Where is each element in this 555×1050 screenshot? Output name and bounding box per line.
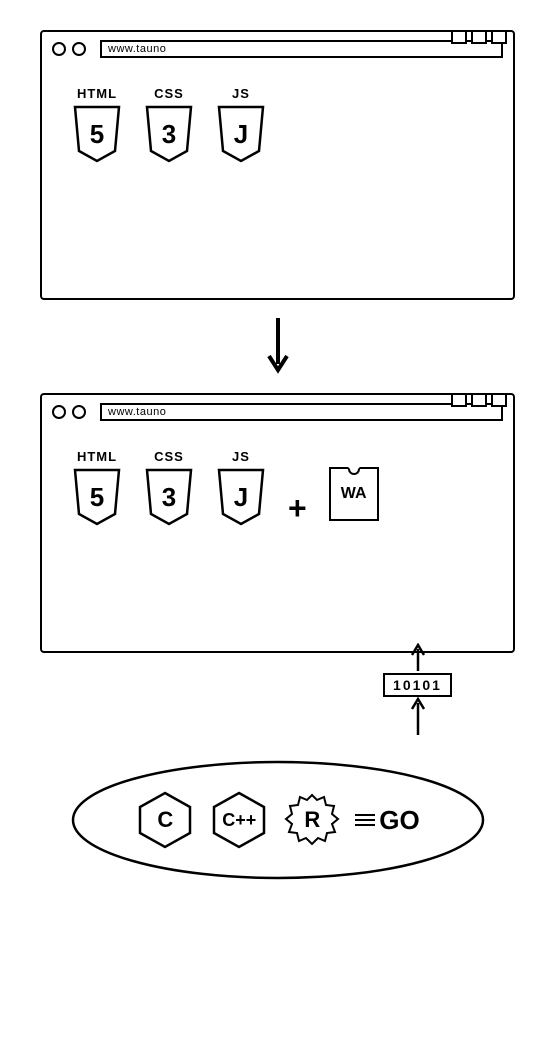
- window-max-icon: [471, 393, 487, 407]
- js-shield-icon: J: [216, 105, 266, 163]
- css-badge-text-2: 3: [162, 482, 176, 513]
- tech-js-label-2: JS: [232, 449, 250, 464]
- tech-js: JS J: [216, 86, 266, 163]
- browser-chrome: www.tauno: [42, 32, 513, 66]
- window-close-icon: [491, 30, 507, 44]
- html-badge-text-2: 5: [90, 482, 104, 513]
- wa-notch-icon: [348, 467, 360, 475]
- browser-content-before: HTML 5 CSS 3 JS J: [42, 66, 513, 246]
- address-bar-2: www.tauno: [100, 403, 503, 421]
- tech-js-label: JS: [232, 86, 250, 101]
- js-shield-icon: J: [216, 468, 266, 526]
- window-close-icon: [491, 393, 507, 407]
- nav-back-icon: [52, 405, 66, 419]
- nav-back-icon: [52, 42, 66, 56]
- arrow-down-icon: [263, 316, 293, 376]
- transition-arrow: [40, 316, 515, 381]
- plus-sign: +: [288, 490, 307, 527]
- tech-css-2: CSS 3: [144, 449, 194, 526]
- lang-go-label: GO: [379, 805, 419, 836]
- lang-cpp-label: C++: [222, 810, 256, 831]
- browser-chrome-2: www.tauno: [42, 395, 513, 429]
- window-max-icon: [471, 30, 487, 44]
- browser-window-after: www.tauno HTML 5 CSS 3 JS J +: [40, 393, 515, 653]
- js-badge-text: J: [234, 119, 248, 150]
- css3-shield-icon: 3: [144, 468, 194, 526]
- address-bar: www.tauno: [100, 40, 503, 58]
- html-badge-text: 5: [90, 119, 104, 150]
- source-languages-group: C C++ R GO: [40, 755, 515, 885]
- lang-cpp: C++: [209, 790, 269, 850]
- arrow-up-into-wa-icon: [408, 643, 428, 673]
- nav-forward-icon: [72, 42, 86, 56]
- nav-forward-icon: [72, 405, 86, 419]
- tech-html-label-2: HTML: [77, 449, 117, 464]
- tech-css-label: CSS: [154, 86, 184, 101]
- url-text: www.tauno: [108, 43, 166, 55]
- lang-go: GO: [355, 805, 419, 836]
- tech-css: CSS 3: [144, 86, 194, 163]
- window-controls: [451, 30, 507, 44]
- browser-window-before: www.tauno HTML 5 CSS 3 JS J: [40, 30, 515, 300]
- lang-rust: R: [283, 791, 341, 849]
- tech-js-2: JS J: [216, 449, 266, 526]
- lang-c: C: [135, 790, 195, 850]
- tech-html-label: HTML: [77, 86, 117, 101]
- lang-rust-label: R: [304, 807, 320, 833]
- window-min-icon: [451, 393, 467, 407]
- html5-shield-icon: 5: [72, 468, 122, 526]
- css-badge-text: 3: [162, 119, 176, 150]
- tech-css-label-2: CSS: [154, 449, 184, 464]
- browser-content-after: HTML 5 CSS 3 JS J + WA: [42, 429, 513, 589]
- tech-html: HTML 5: [72, 86, 122, 163]
- wa-label: WA: [341, 485, 367, 503]
- url-text-2: www.tauno: [108, 406, 166, 418]
- html5-shield-icon: 5: [72, 105, 122, 163]
- tech-html-2: HTML 5: [72, 449, 122, 526]
- window-min-icon: [451, 30, 467, 44]
- webassembly-box: WA: [329, 467, 379, 521]
- compile-flow: 10101: [320, 647, 515, 737]
- window-controls-2: [451, 393, 507, 407]
- css3-shield-icon: 3: [144, 105, 194, 163]
- js-badge-text-2: J: [234, 482, 248, 513]
- go-speed-lines-icon: [355, 814, 375, 826]
- lang-c-label: C: [157, 807, 173, 833]
- binary-label: 10101: [383, 673, 452, 697]
- arrow-up-from-langs-icon: [408, 697, 428, 737]
